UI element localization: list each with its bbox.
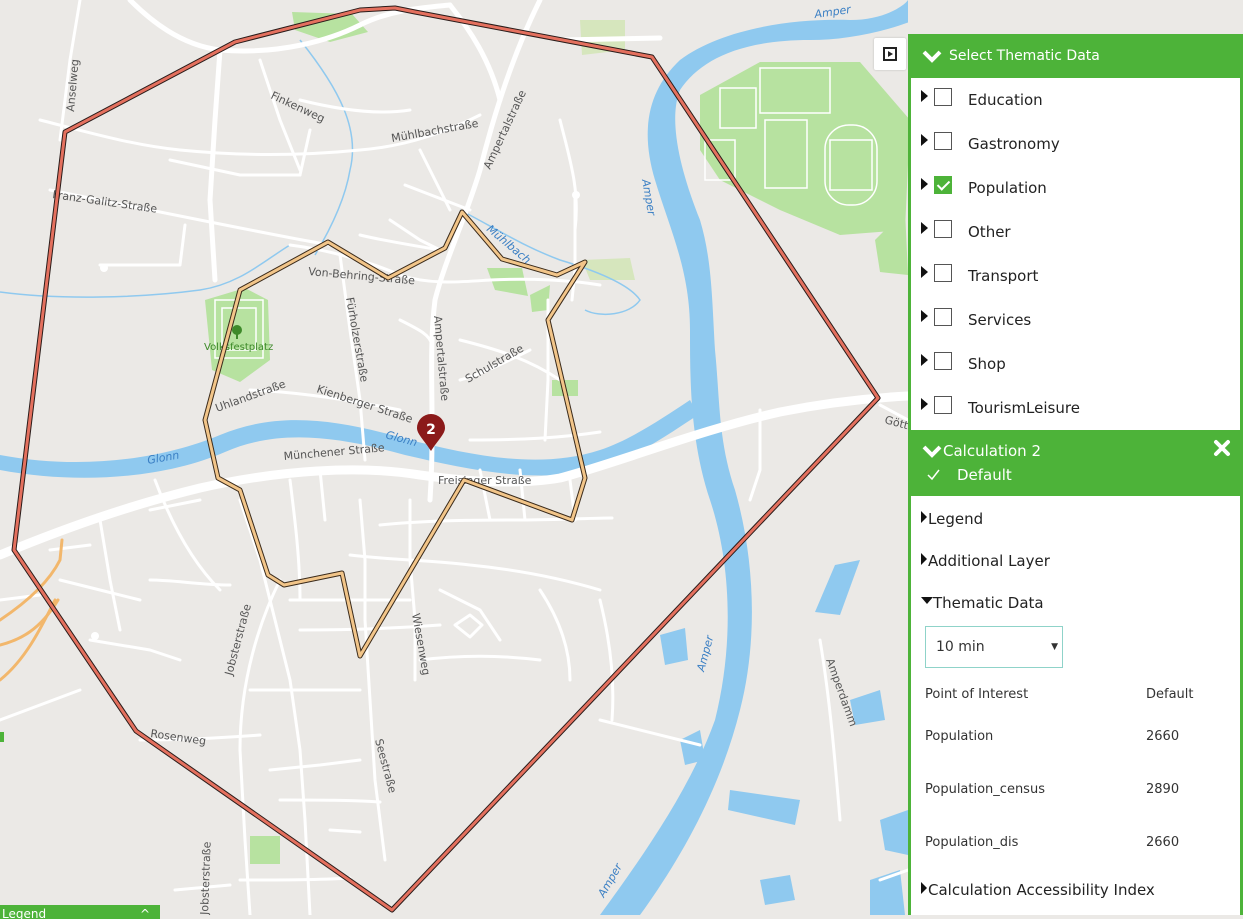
marker-label: 2 xyxy=(426,422,436,438)
section-label: Legend xyxy=(928,510,984,528)
layer-population[interactable]: Population xyxy=(911,166,1240,210)
checkbox[interactable] xyxy=(934,396,952,414)
expand-icon[interactable] xyxy=(921,310,928,322)
section-label: Thematic Data xyxy=(933,594,1044,612)
svg-text:Jobsterstraße: Jobsterstraße xyxy=(198,841,214,915)
map-canvas[interactable]: Amper Anselweg Finkenweg Mühlbachstraße … xyxy=(0,0,908,915)
layer-tourismleisure[interactable]: TourismLeisure xyxy=(911,386,1240,430)
play-button[interactable] xyxy=(874,38,906,70)
check-icon xyxy=(927,469,940,481)
expand-icon xyxy=(921,511,927,523)
expand-icon[interactable] xyxy=(921,354,928,366)
section-accessibility[interactable]: Calculation Accessibility Index xyxy=(911,869,1240,911)
table-cell: 2890 xyxy=(1146,782,1180,797)
checkbox[interactable] xyxy=(934,308,952,326)
section-label: Calculation Accessibility Index xyxy=(928,881,1155,899)
table-header: Default xyxy=(1146,686,1194,702)
thematic-data-header[interactable]: Select Thematic Data xyxy=(911,34,1240,78)
table-header: Point of Interest xyxy=(925,686,1029,702)
chevron-up-icon: ^ xyxy=(139,907,150,919)
side-panel: Select Thematic Data Education Gastronom… xyxy=(908,34,1243,915)
svg-text:Volksfestplatz: Volksfestplatz xyxy=(204,342,273,353)
expand-icon[interactable] xyxy=(921,222,928,234)
layer-services[interactable]: Services xyxy=(911,298,1240,342)
expand-icon xyxy=(921,882,927,894)
layer-label: Other xyxy=(968,223,1011,241)
expand-icon[interactable] xyxy=(921,398,928,410)
chevron-down-icon xyxy=(922,50,942,63)
play-icon xyxy=(883,47,897,61)
layer-transport[interactable]: Transport xyxy=(911,254,1240,298)
table-cell: Population_census xyxy=(925,782,1045,797)
expand-icon[interactable] xyxy=(921,266,928,278)
layer-label: Education xyxy=(968,91,1043,109)
layer-label: Population xyxy=(968,179,1047,197)
layer-label: Transport xyxy=(968,267,1039,285)
table-row: Population_census 2890 xyxy=(924,763,1195,816)
expand-icon[interactable] xyxy=(921,90,928,102)
collapse-icon xyxy=(921,596,933,604)
layer-education[interactable]: Education xyxy=(911,78,1240,122)
checkbox[interactable] xyxy=(934,132,952,150)
layer-gastronomy[interactable]: Gastronomy xyxy=(911,122,1240,166)
section-legend[interactable]: Legend xyxy=(911,498,1240,540)
layer-shop[interactable]: Shop xyxy=(911,342,1240,386)
expand-icon[interactable] xyxy=(921,178,928,190)
section-label: Additional Layer xyxy=(928,552,1050,570)
time-select[interactable]: 10 min ▼ xyxy=(925,626,1063,668)
chevron-down-icon xyxy=(922,445,942,458)
layer-other[interactable]: Other xyxy=(911,210,1240,254)
checkbox[interactable] xyxy=(934,264,952,282)
checkbox[interactable] xyxy=(934,88,952,106)
expand-icon xyxy=(921,553,927,565)
calculation-title: Calculation 2 xyxy=(943,442,1041,460)
map-svg[interactable]: Amper Anselweg Finkenweg Mühlbachstraße … xyxy=(0,0,908,915)
section-thematic-data[interactable]: Thematic Data xyxy=(911,582,1240,624)
close-icon[interactable] xyxy=(1212,438,1232,458)
table-row: Population_dis 2660 xyxy=(924,816,1195,869)
layer-label: TourismLeisure xyxy=(968,399,1080,417)
legend-tab-label: Legend xyxy=(2,907,47,919)
table-row: Population 2660 xyxy=(924,710,1195,763)
checkbox[interactable] xyxy=(934,352,952,370)
table-cell: Population_dis xyxy=(925,835,1019,850)
expand-icon[interactable] xyxy=(921,134,928,146)
layer-label: Services xyxy=(968,311,1032,329)
layer-label: Gastronomy xyxy=(968,135,1060,153)
default-label: Default xyxy=(957,466,1012,484)
section-additional-layer[interactable]: Additional Layer xyxy=(911,540,1240,582)
caret-down-icon: ▼ xyxy=(1051,642,1058,652)
legend-tab[interactable]: Legend ^ xyxy=(0,905,160,919)
checkbox-checked[interactable] xyxy=(934,176,952,194)
table-cell: 2660 xyxy=(1146,835,1180,850)
table-cell: 2660 xyxy=(1146,729,1180,744)
table-cell: Population xyxy=(925,729,994,744)
time-select-value: 10 min xyxy=(936,639,985,655)
thematic-data-title: Select Thematic Data xyxy=(949,48,1100,64)
checkbox[interactable] xyxy=(934,220,952,238)
layer-label: Shop xyxy=(968,355,1006,373)
poi-table: Point of Interest Default Population 266… xyxy=(924,678,1195,869)
calculation-header[interactable]: Calculation 2 Default xyxy=(911,430,1240,496)
